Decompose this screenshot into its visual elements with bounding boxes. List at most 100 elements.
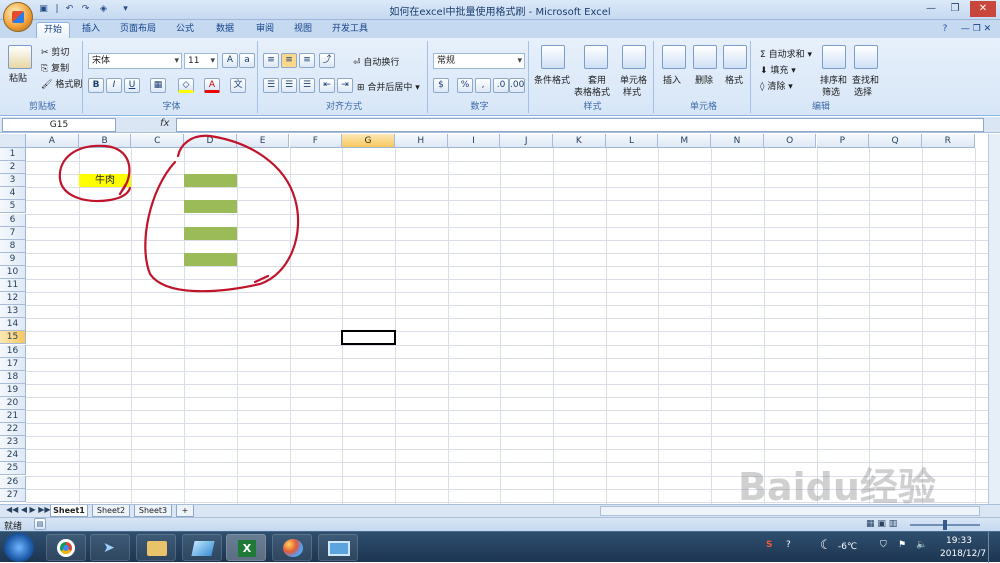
decrease-indent-icon[interactable]: ⇤ bbox=[319, 78, 335, 93]
ribbon-window-controls[interactable]: — ❐ ✕ bbox=[956, 22, 996, 38]
binoculars-icon[interactable] bbox=[854, 45, 878, 69]
fill-button[interactable]: ⬇ 填充 ▾ bbox=[760, 63, 796, 76]
copy-button[interactable]: ⎘ 复制 bbox=[41, 61, 69, 74]
row-header-25[interactable]: 25 bbox=[0, 462, 26, 476]
orientation-icon[interactable]: ⤴ bbox=[319, 53, 335, 68]
row-header-14[interactable]: 14 bbox=[0, 318, 26, 332]
cell-D7[interactable] bbox=[184, 226, 237, 240]
view-buttons[interactable]: ▦ ▣ ▥ bbox=[866, 519, 897, 529]
sogou-icon[interactable]: S bbox=[766, 540, 772, 550]
column-header-C[interactable]: C bbox=[131, 134, 185, 148]
sheet-nav-arrows[interactable]: ◀◀ ◀ ▶ ▶▶ bbox=[6, 505, 51, 514]
insert-function-icon[interactable]: fx bbox=[160, 118, 169, 129]
format-table-icon[interactable] bbox=[584, 45, 608, 69]
tab-formulas[interactable]: 公式 bbox=[170, 22, 200, 38]
currency-icon[interactable]: $ bbox=[433, 78, 449, 93]
row-header-17[interactable]: 17 bbox=[0, 357, 26, 371]
help-icon[interactable]: ? bbox=[938, 22, 952, 38]
column-header-L[interactable]: L bbox=[605, 134, 659, 148]
row-header-23[interactable]: 23 bbox=[0, 436, 26, 450]
tab-developer[interactable]: 开发工具 bbox=[326, 22, 374, 38]
clear-button[interactable]: ◊ 清除 ▾ bbox=[760, 79, 793, 92]
row-header-15[interactable]: 15 bbox=[0, 331, 26, 345]
formula-input[interactable] bbox=[176, 118, 984, 132]
shrink-font-icon[interactable]: a bbox=[239, 53, 255, 68]
italic-icon[interactable]: I bbox=[106, 78, 122, 93]
select-all-corner[interactable] bbox=[0, 134, 26, 148]
row-header-9[interactable]: 9 bbox=[0, 252, 26, 266]
flag-icon[interactable]: ⚑ bbox=[898, 540, 906, 550]
conditional-format-button[interactable]: 条件格式 bbox=[534, 73, 570, 86]
bold-icon[interactable]: B bbox=[88, 78, 104, 93]
column-header-J[interactable]: J bbox=[500, 134, 553, 148]
tab-review[interactable]: 审阅 bbox=[250, 22, 280, 38]
tab-view[interactable]: 视图 bbox=[288, 22, 318, 38]
format-painter-button[interactable]: 🖌 格式刷 bbox=[41, 77, 82, 90]
chrome-taskbar-icon[interactable] bbox=[46, 534, 86, 561]
increase-indent-icon[interactable]: ⇥ bbox=[337, 78, 353, 93]
row-header-11[interactable]: 11 bbox=[0, 279, 26, 292]
screenshot-taskbar-icon[interactable] bbox=[318, 534, 358, 561]
cell-styles-line2[interactable]: 样式 bbox=[623, 85, 641, 98]
explorer-taskbar-icon[interactable] bbox=[136, 534, 176, 561]
row-header-26[interactable]: 26 bbox=[0, 475, 26, 489]
font-name-select[interactable]: 宋体 bbox=[88, 53, 182, 69]
zoom-thumb[interactable] bbox=[943, 520, 947, 530]
minimize-button[interactable]: — bbox=[920, 1, 942, 17]
row-header-22[interactable]: 22 bbox=[0, 423, 26, 437]
help-tray-icon[interactable]: ? bbox=[786, 540, 791, 550]
sort-filter-line2[interactable]: 筛选 bbox=[822, 85, 840, 98]
column-header-I[interactable]: I bbox=[447, 134, 501, 148]
find-select-line2[interactable]: 选择 bbox=[854, 85, 872, 98]
column-header-O[interactable]: O bbox=[763, 134, 817, 148]
fill-color-icon[interactable]: ◇ bbox=[178, 78, 194, 93]
column-header-R[interactable]: R bbox=[921, 134, 975, 148]
sort-filter-icon[interactable] bbox=[822, 45, 846, 69]
column-header-Q[interactable]: Q bbox=[869, 134, 922, 148]
row-header-20[interactable]: 20 bbox=[0, 396, 26, 410]
row-header-10[interactable]: 10 bbox=[0, 265, 26, 279]
sheet-tab-1[interactable]: Sheet1 bbox=[50, 505, 88, 517]
column-header-N[interactable]: N bbox=[711, 134, 764, 148]
delete-cells-icon[interactable] bbox=[693, 45, 717, 69]
row-header-18[interactable]: 18 bbox=[0, 370, 26, 384]
align-center-icon[interactable]: ☰ bbox=[281, 78, 297, 93]
wrap-text-button[interactable]: ⏎ 自动换行 bbox=[353, 55, 399, 68]
column-header-A[interactable]: A bbox=[26, 134, 79, 148]
row-header-6[interactable]: 6 bbox=[0, 213, 26, 227]
restore-button[interactable]: ❐ bbox=[944, 1, 966, 17]
delete-cells-button[interactable]: 删除 bbox=[695, 73, 713, 86]
excel-taskbar-icon[interactable]: X bbox=[226, 534, 266, 561]
autosum-button[interactable]: Σ 自动求和 ▾ bbox=[760, 47, 812, 60]
paste-button[interactable]: 粘贴 bbox=[9, 71, 27, 84]
number-format-select[interactable]: 常规 bbox=[433, 53, 525, 69]
start-button[interactable] bbox=[4, 533, 34, 562]
phonetic-icon[interactable]: 文 bbox=[230, 78, 246, 93]
column-header-P[interactable]: P bbox=[816, 134, 870, 148]
format-cells-icon[interactable] bbox=[723, 45, 747, 69]
paste-icon[interactable] bbox=[8, 45, 32, 69]
cell-D5[interactable] bbox=[184, 200, 237, 214]
border-icon[interactable]: ▦ bbox=[150, 78, 166, 93]
volume-icon[interactable]: 🔈 bbox=[916, 540, 927, 550]
row-header-24[interactable]: 24 bbox=[0, 449, 26, 463]
column-header-B[interactable]: B bbox=[78, 134, 132, 148]
row-header-5[interactable]: 5 bbox=[0, 200, 26, 214]
align-top-icon[interactable]: ≡ bbox=[263, 53, 279, 68]
vertical-scrollbar[interactable] bbox=[988, 134, 1000, 504]
paint-taskbar-icon[interactable] bbox=[272, 534, 312, 561]
row-header-8[interactable]: 8 bbox=[0, 239, 26, 253]
row-header-27[interactable]: 27 bbox=[0, 488, 26, 502]
align-middle-icon[interactable]: ≡ bbox=[281, 53, 297, 68]
row-header-7[interactable]: 7 bbox=[0, 226, 26, 240]
cell-D9[interactable] bbox=[184, 252, 237, 266]
new-sheet-icon[interactable]: + bbox=[176, 505, 194, 517]
format-cells-button[interactable]: 格式 bbox=[725, 73, 743, 86]
font-color-icon[interactable]: A bbox=[204, 78, 220, 93]
tab-data[interactable]: 数据 bbox=[210, 22, 240, 38]
column-header-M[interactable]: M bbox=[658, 134, 712, 148]
tab-insert[interactable]: 插入 bbox=[76, 22, 106, 38]
row-header-13[interactable]: 13 bbox=[0, 305, 26, 319]
column-header-H[interactable]: H bbox=[394, 134, 448, 148]
row-header-21[interactable]: 21 bbox=[0, 410, 26, 423]
